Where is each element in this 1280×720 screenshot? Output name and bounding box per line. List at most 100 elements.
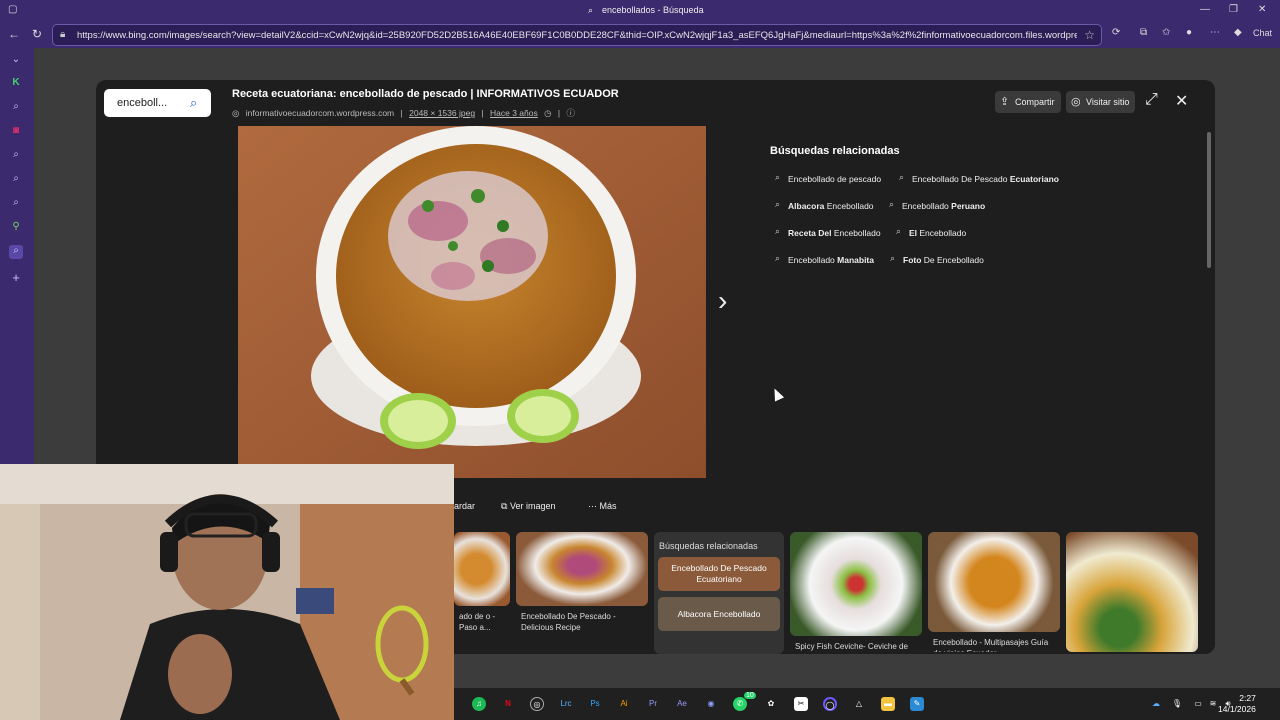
- related-chip-4[interactable]: ⌕ Encebollado Peruano: [884, 195, 990, 215]
- thumb-5[interactable]: [1066, 532, 1198, 652]
- related-searches-box: Búsquedas relacionadas Encebollado De Pe…: [654, 532, 784, 654]
- spotify-icon[interactable]: ♫: [472, 697, 486, 711]
- back-icon[interactable]: ←: [8, 27, 20, 41]
- display-icon[interactable]: ▭: [1191, 697, 1205, 711]
- editor-icon[interactable]: ✎: [910, 697, 924, 711]
- favorite-star-icon[interactable]: ☆: [1084, 28, 1095, 42]
- split-screen-icon[interactable]: ⧉: [1140, 27, 1147, 38]
- tab-search-icon-3[interactable]: ⌕: [9, 173, 23, 187]
- thumb-3[interactable]: Spicy Fish Ceviche- Ceviche de: [790, 532, 922, 652]
- lightroom-icon[interactable]: Lrc: [559, 697, 573, 711]
- close-icon[interactable]: ✕: [1175, 91, 1188, 111]
- view-image-icon: ⧉: [501, 501, 510, 511]
- app-icon[interactable]: ◎: [530, 697, 544, 711]
- image-meta: ◎ informativoecuadorcom.wordpress.com | …: [232, 108, 576, 118]
- chat-label[interactable]: Chat: [1253, 28, 1272, 38]
- app-menu-icon[interactable]: ▢: [8, 4, 17, 15]
- related-chip-5[interactable]: ⌕ Receta Del Encebollado: [770, 222, 886, 242]
- chatgpt-icon[interactable]: ✿: [764, 697, 778, 711]
- search-icon: ⌕: [775, 226, 781, 236]
- modal-scrollbar[interactable]: [1207, 132, 1211, 268]
- search-icon[interactable]: ⌕: [190, 95, 197, 111]
- copilot-icon[interactable]: ◆: [1234, 27, 1242, 38]
- extension-icon[interactable]: ⟳: [1112, 27, 1120, 38]
- system-clock[interactable]: 2:27 14/1/2026: [1218, 693, 1256, 715]
- related-box-item-2[interactable]: Albacora Encebollado: [658, 597, 780, 631]
- tab-search-icon: ⌕: [588, 5, 594, 15]
- source-link[interactable]: informativoecuadorcom.wordpress.com: [246, 108, 394, 118]
- related-chip-2[interactable]: ⌕ Encebollado De Pescado Ecuatoriano: [894, 168, 1064, 188]
- minimize-button[interactable]: —: [1200, 4, 1210, 15]
- tab-k-icon[interactable]: K: [9, 77, 23, 91]
- browser-icon[interactable]: ◯: [823, 697, 837, 711]
- refresh-icon[interactable]: ↻: [32, 27, 42, 41]
- thumb-caption: Encebollado De Pescado - Delicious Recip…: [521, 612, 616, 632]
- related-chip-8[interactable]: ⌕ Foto De Encebollado: [885, 249, 989, 269]
- close-window-button[interactable]: ✕: [1258, 4, 1266, 15]
- next-image-chevron-icon[interactable]: ›: [718, 285, 727, 317]
- microphone-icon[interactable]: 🎙︎: [1170, 697, 1184, 711]
- search-icon: ⌕: [890, 253, 896, 263]
- share-button[interactable]: ⇪ Compartir: [995, 91, 1061, 113]
- tab-instagram-icon[interactable]: ◙: [9, 125, 23, 139]
- lock-icon: 🔒︎: [60, 29, 66, 40]
- view-image-action[interactable]: ⧉ Ver imagen: [501, 501, 555, 512]
- thumb-2[interactable]: Encebollado De Pescado - Delicious Recip…: [516, 532, 648, 652]
- more-action[interactable]: ⋯ Más: [588, 501, 617, 512]
- search-icon: ⌕: [775, 199, 781, 209]
- tab-active-search-icon[interactable]: ⌕: [9, 245, 23, 259]
- clock-icon: ◷: [544, 108, 552, 118]
- visit-site-button[interactable]: ◎ Visitar sitio: [1066, 91, 1136, 113]
- main-image[interactable]: [238, 126, 706, 478]
- info-icon[interactable]: ⓘ: [567, 108, 576, 118]
- thumb-caption: ado de o - Paso a...: [459, 612, 496, 632]
- related-chip-7[interactable]: ⌕ Encebollado Manabita: [770, 249, 879, 269]
- related-chip-3[interactable]: ⌕ Albacora Encebollado: [770, 195, 879, 215]
- search-icon: ⌕: [775, 253, 781, 263]
- more-dots-icon: ⋯: [588, 501, 600, 511]
- capcut-icon[interactable]: ✂: [794, 697, 808, 711]
- favorites-icon[interactable]: ✩: [1162, 27, 1170, 38]
- browser-titlebar: ▢ ⌕ encebollados - Búsqueda — ❐ ✕: [0, 0, 1280, 22]
- more-menu-icon[interactable]: ⋯: [1210, 27, 1220, 38]
- illustrator-icon[interactable]: Ai: [617, 697, 631, 711]
- search-icon: ⌕: [896, 226, 902, 236]
- related-chip-1[interactable]: ⌕ Encebollado de pescado: [770, 168, 886, 188]
- photoshop-icon[interactable]: Ps: [588, 697, 602, 711]
- thumb-4[interactable]: Encebollado - Multipasajes Guía de viaje…: [928, 532, 1060, 652]
- whatsapp-icon[interactable]: ✆: [733, 697, 747, 711]
- share-label: Compartir: [1015, 97, 1055, 107]
- collapse-chevron-icon[interactable]: ⌄: [9, 54, 23, 68]
- tab-maps-icon[interactable]: ⚲: [9, 221, 23, 235]
- premiere-icon[interactable]: Pr: [646, 697, 660, 711]
- save-action[interactable]: ardar: [454, 501, 475, 511]
- drive-icon[interactable]: △: [852, 697, 866, 711]
- discord-icon[interactable]: ◉: [704, 697, 718, 711]
- tab-search-icon-1[interactable]: ⌕: [9, 101, 23, 115]
- after-effects-icon[interactable]: Ae: [675, 697, 689, 711]
- thumb-caption: Encebollado - Multipasajes Guía de viaje…: [933, 638, 1049, 652]
- netflix-icon[interactable]: N: [501, 697, 515, 711]
- onedrive-icon[interactable]: ☁: [1149, 697, 1163, 711]
- image-title[interactable]: Receta ecuatoriana: encebollado de pesca…: [232, 88, 619, 100]
- search-icon: ⌕: [899, 172, 905, 182]
- profile-avatar[interactable]: ●: [1186, 27, 1192, 38]
- related-chip-6[interactable]: ⌕ El Encebollado: [891, 222, 971, 242]
- thumb-1[interactable]: ado de o - Paso a...: [454, 532, 510, 652]
- file-explorer-icon[interactable]: ▬: [881, 697, 895, 711]
- taskbar: ♫ N ◎ Lrc Ps Ai Pr Ae ◉ ✆ 10 ✿ ✂ ◯ △ ▬ ✎…: [454, 688, 1280, 720]
- tab-search-icon-2[interactable]: ⌕: [9, 149, 23, 163]
- dimensions[interactable]: 2048 × 1536 jpeg: [409, 108, 475, 118]
- search-icon: ⌕: [889, 199, 895, 209]
- expand-icon[interactable]: ⤢: [1145, 91, 1158, 109]
- search-icon: ⌕: [775, 172, 781, 182]
- new-tab-plus-icon[interactable]: +: [9, 270, 23, 285]
- search-query: enceboll...: [117, 97, 168, 109]
- age[interactable]: Hace 3 años: [490, 108, 538, 118]
- modal-search-input[interactable]: enceboll... ⌕: [104, 89, 211, 117]
- related-box-item-1[interactable]: Encebollado De Pescado Ecuatoriano: [658, 557, 780, 591]
- related-searches-title: Búsquedas relacionadas: [770, 145, 900, 157]
- tab-search-icon-4[interactable]: ⌕: [9, 197, 23, 211]
- maximize-button[interactable]: ❐: [1229, 4, 1238, 15]
- url-field[interactable]: 🔒︎ https://www.bing.com/images/search?vi…: [52, 24, 1102, 46]
